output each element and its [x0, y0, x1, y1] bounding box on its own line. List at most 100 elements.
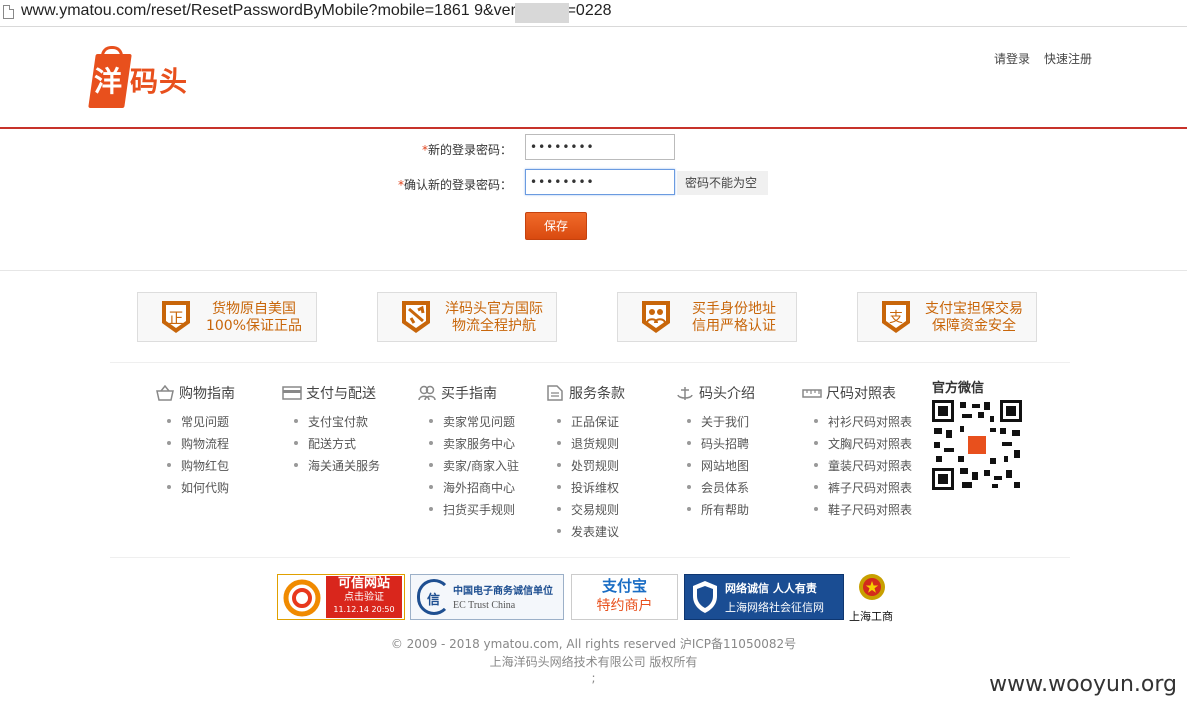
confirm-password-field[interactable]: •••••••• [525, 169, 675, 195]
footer-link[interactable]: 文胸尺码对照表 [814, 433, 912, 455]
ruler-icon [802, 389, 822, 398]
footer-divider [110, 557, 1070, 558]
feature-logistics: 洋码头官方国际 物流全程护航 [377, 292, 557, 342]
basket-icon [156, 385, 174, 401]
footer-link[interactable]: 卖家服务中心 [429, 433, 519, 455]
feature-alipay: 支 支付宝担保交易 保障资金安全 [857, 292, 1037, 342]
network-credit-badge[interactable]: 网络诚信 人人有责 上海网络社会征信网 [684, 574, 844, 620]
national-emblem-icon [859, 574, 885, 600]
footer-link[interactable]: 处罚规则 [557, 455, 625, 477]
form-divider [0, 270, 1187, 271]
logo-char-rest: 码头 [130, 65, 189, 98]
footer-link[interactable]: 正品保证 [557, 411, 625, 433]
footer-link[interactable]: 交易规则 [557, 499, 625, 521]
trusted-site-badge[interactable]: 可信网站 点击验证 11.12.14 20:50 [277, 574, 405, 620]
gongshang-badge[interactable]: 上海工商 [848, 572, 898, 624]
new-password-label: *新的登录密码： [372, 141, 512, 158]
col-head: 服务条款 [545, 383, 625, 403]
confirm-password-label: *确认新的登录密码： [372, 176, 512, 193]
footer-col-terms: 服务条款 正品保证 退货规则 处罚规则 投诉维权 交易规则 发表建议 [545, 383, 625, 543]
footer-link[interactable]: 童装尺码对照表 [814, 455, 912, 477]
footer-link[interactable]: 配送方式 [294, 433, 380, 455]
col-head: 支付与配送 [282, 383, 380, 403]
genuine-icon: 正 [162, 301, 190, 333]
footer-link[interactable]: 卖家常见问题 [429, 411, 519, 433]
col-head: 买手指南 [417, 383, 519, 403]
col-head: 购物指南 [155, 383, 235, 403]
logo-char-1: 洋 [94, 65, 123, 98]
shield-icon [693, 581, 717, 613]
new-password-field[interactable]: •••••••• [525, 134, 675, 160]
document-icon [547, 385, 563, 401]
feature-line2: 信用严格认证 [692, 318, 776, 334]
ec-char: 信 [427, 593, 441, 608]
trusted-title: 可信网站 [337, 576, 390, 591]
save-button[interactable]: 保存 [525, 212, 587, 240]
feature-line2: 100%保证正品 [205, 318, 303, 334]
col-title: 支付与配送 [306, 386, 376, 402]
col-title: 买手指南 [441, 386, 497, 402]
gongshang-label: 上海工商 [849, 610, 893, 623]
footer-link[interactable]: 购物流程 [167, 433, 235, 455]
alipay-title: 支付宝 [601, 577, 647, 595]
footer-link[interactable]: 如何代购 [167, 477, 235, 499]
footer-link[interactable]: 码头招聘 [687, 433, 755, 455]
footer-link[interactable]: 卖家/商家入驻 [429, 455, 519, 477]
ec-trust-badge[interactable]: 信 中国电子商务诚信单位 EC Trust China [410, 574, 564, 620]
wechat-title: 官方微信 [932, 381, 985, 396]
card-icon [282, 386, 302, 400]
svg-text:正: 正 [168, 309, 183, 327]
register-link[interactable]: 快速注册 [1044, 50, 1092, 67]
footer-link[interactable]: 常见问题 [167, 411, 235, 433]
features-divider [110, 362, 1070, 363]
ymatou-logo[interactable]: 洋 码头 [88, 46, 212, 110]
footer-link[interactable]: 海关通关服务 [294, 455, 380, 477]
footer-link[interactable]: 购物红包 [167, 455, 235, 477]
feature-identity: 买手身份地址 信用严格认证 [617, 292, 797, 342]
footer-link[interactable]: 发表建议 [557, 521, 625, 543]
new-password-label-text: 新的登录密码： [427, 143, 512, 157]
password-error-tip: 密码不能为空 [677, 171, 768, 195]
feature-line1: 洋码头官方国际 [445, 301, 543, 317]
col-title: 码头介绍 [699, 386, 755, 402]
feature-genuine: 正 货物原自美国 100%保证正品 [137, 292, 317, 342]
footer-link[interactable]: 网站地图 [687, 455, 755, 477]
users-icon [418, 385, 436, 401]
footer-link[interactable]: 投诉维权 [557, 477, 625, 499]
qr-code-icon[interactable] [932, 400, 1022, 490]
copyright-line2: 上海洋码头网络技术有限公司 版权所有 [489, 655, 698, 669]
col-title: 购物指南 [179, 386, 235, 402]
page-icon [3, 5, 14, 19]
feature-line1: 货物原自美国 [212, 301, 296, 317]
footer-link[interactable]: 衬衫尺码对照表 [814, 411, 912, 433]
footer-link[interactable]: 所有帮助 [687, 499, 755, 521]
header-divider [0, 127, 1187, 129]
plane-icon [402, 301, 430, 333]
ec-title: 中国电子商务诚信单位 [453, 586, 553, 597]
feature-line1: 买手身份地址 [692, 301, 776, 317]
feature-line1: 支付宝担保交易 [925, 301, 1023, 317]
footer-link[interactable]: 支付宝付款 [294, 411, 380, 433]
footer-link[interactable]: 扫货买手规则 [429, 499, 519, 521]
footer-col-shopping-guide: 购物指南 常见问题 购物流程 购物红包 如何代购 [155, 383, 235, 499]
col-head: 码头介绍 [675, 383, 755, 403]
url-redaction [515, 3, 569, 23]
copyright-line1: © 2009 - 2018 ymatou.com, All rights res… [390, 637, 797, 651]
footer-link[interactable]: 海外招商中心 [429, 477, 519, 499]
login-link[interactable]: 请登录 [994, 50, 1030, 67]
footer-col-seller-guide: 买手指南 卖家常见问题 卖家服务中心 卖家/商家入驻 海外招商中心 扫货买手规则 [417, 383, 519, 521]
trusted-sub: 点击验证 [344, 592, 384, 603]
net-title: 网络诚信 人人有责 [725, 582, 817, 595]
footer-col-size-chart: 尺码对照表 衬衫尺码对照表 文胸尺码对照表 童装尺码对照表 裤子尺码对照表 鞋子… [802, 383, 912, 521]
footer-link[interactable]: 会员体系 [687, 477, 755, 499]
footer-link[interactable]: 裤子尺码对照表 [814, 477, 912, 499]
trusted-site-icon [283, 579, 321, 617]
anchor-icon [677, 387, 693, 400]
browser-address-bar[interactable]: www.ymatou.com/reset/ResetPasswordByMobi… [0, 0, 1187, 27]
alipay-merchant-badge[interactable]: 支付宝 特约商户 [571, 574, 678, 620]
footer-link[interactable]: 关于我们 [687, 411, 755, 433]
footer-link[interactable]: 鞋子尺码对照表 [814, 499, 912, 521]
identity-icon [642, 301, 670, 333]
footer-link[interactable]: 退货规则 [557, 433, 625, 455]
footer-col-about: 码头介绍 关于我们 码头招聘 网站地图 会员体系 所有帮助 [675, 383, 755, 521]
